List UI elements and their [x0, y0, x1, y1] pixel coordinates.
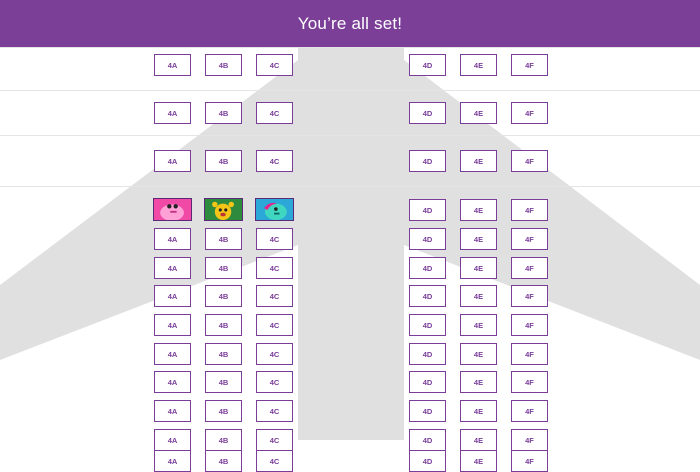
seat-4f-button[interactable]: 4F	[511, 102, 548, 124]
seat-4f-button[interactable]: 4F	[511, 285, 548, 307]
seat-4d-button[interactable]: 4D	[409, 400, 446, 422]
seat-4a-button[interactable]: 4A	[154, 54, 191, 76]
seat-4a-button[interactable]: 4A	[154, 371, 191, 393]
seat-4a-button[interactable]: 4A	[154, 228, 191, 250]
seat-4a-button[interactable]: 4A	[154, 102, 191, 124]
seat-4f-button[interactable]: 4F	[511, 199, 548, 221]
seat-4d-button[interactable]: 4D	[409, 450, 446, 472]
seat-4d-button[interactable]: 4D	[409, 314, 446, 336]
teal-monster-avatar-icon[interactable]	[255, 198, 294, 221]
seat-4e-button[interactable]: 4E	[460, 450, 497, 472]
seat-4c-button[interactable]: 4C	[256, 228, 293, 250]
seat-4f-button[interactable]: 4F	[511, 228, 548, 250]
seat-4e-button[interactable]: 4E	[460, 199, 497, 221]
seat-4c-button[interactable]: 4C	[256, 102, 293, 124]
seat-4f-button[interactable]: 4F	[511, 54, 548, 76]
seat-4c-button[interactable]: 4C	[256, 257, 293, 279]
page-title: You’re all set!	[297, 13, 403, 33]
seat-4c-button[interactable]: 4C	[256, 429, 293, 451]
seat-4b-button[interactable]: 4B	[205, 228, 242, 250]
seat-4d-button[interactable]: 4D	[409, 228, 446, 250]
seat-4e-button[interactable]: 4E	[460, 314, 497, 336]
seat-4e-button[interactable]: 4E	[460, 54, 497, 76]
seat-4a-button[interactable]: 4A	[154, 285, 191, 307]
seat-4e-button[interactable]: 4E	[460, 150, 497, 172]
seat-4a-button[interactable]: 4A	[154, 429, 191, 451]
seat-4e-button[interactable]: 4E	[460, 102, 497, 124]
row-divider	[0, 186, 700, 187]
seat-4a-button[interactable]: 4A	[154, 150, 191, 172]
seat-4c-button[interactable]: 4C	[256, 150, 293, 172]
seat-4b-button[interactable]: 4B	[205, 450, 242, 472]
seat-4f-button[interactable]: 4F	[511, 343, 548, 365]
seat-4d-button[interactable]: 4D	[409, 102, 446, 124]
seat-4e-button[interactable]: 4E	[460, 429, 497, 451]
seat-4b-button[interactable]: 4B	[205, 314, 242, 336]
seat-4d-button[interactable]: 4D	[409, 257, 446, 279]
row-divider	[0, 90, 700, 91]
seat-4b-button[interactable]: 4B	[205, 285, 242, 307]
seat-4a-button[interactable]: 4A	[154, 314, 191, 336]
seat-4a-button[interactable]: 4A	[154, 450, 191, 472]
airplane-silhouette	[0, 40, 700, 440]
seat-4f-button[interactable]: 4F	[511, 429, 548, 451]
seat-4d-button[interactable]: 4D	[409, 429, 446, 451]
row-divider	[0, 135, 700, 136]
seat-4e-button[interactable]: 4E	[460, 257, 497, 279]
pink-monster-avatar-icon[interactable]	[153, 198, 192, 221]
seat-4c-button[interactable]: 4C	[256, 371, 293, 393]
seat-4b-button[interactable]: 4B	[205, 429, 242, 451]
seat-4d-button[interactable]: 4D	[409, 371, 446, 393]
seat-4c-button[interactable]: 4C	[256, 54, 293, 76]
seat-4f-button[interactable]: 4F	[511, 400, 548, 422]
seat-4f-button[interactable]: 4F	[511, 314, 548, 336]
seat-4e-button[interactable]: 4E	[460, 285, 497, 307]
seat-4a-button[interactable]: 4A	[154, 257, 191, 279]
seat-4b-button[interactable]: 4B	[205, 150, 242, 172]
seat-4b-button[interactable]: 4B	[205, 343, 242, 365]
seat-4e-button[interactable]: 4E	[460, 371, 497, 393]
seat-4e-button[interactable]: 4E	[460, 400, 497, 422]
seat-4f-button[interactable]: 4F	[511, 150, 548, 172]
row-divider	[0, 47, 700, 48]
seat-4c-button[interactable]: 4C	[256, 314, 293, 336]
header-bar: You’re all set!	[0, 0, 700, 47]
seat-4e-button[interactable]: 4E	[460, 343, 497, 365]
seat-4a-button[interactable]: 4A	[154, 343, 191, 365]
seat-4f-button[interactable]: 4F	[511, 257, 548, 279]
seat-4d-button[interactable]: 4D	[409, 54, 446, 76]
seat-4d-button[interactable]: 4D	[409, 285, 446, 307]
seat-4a-button[interactable]: 4A	[154, 400, 191, 422]
seat-4c-button[interactable]: 4C	[256, 343, 293, 365]
seat-4c-button[interactable]: 4C	[256, 450, 293, 472]
seat-4b-button[interactable]: 4B	[205, 257, 242, 279]
seat-4b-button[interactable]: 4B	[205, 371, 242, 393]
seat-4b-button[interactable]: 4B	[205, 102, 242, 124]
seat-4b-button[interactable]: 4B	[205, 54, 242, 76]
yellow-monster-avatar-icon[interactable]	[204, 198, 243, 221]
seat-4d-button[interactable]: 4D	[409, 343, 446, 365]
seat-4f-button[interactable]: 4F	[511, 371, 548, 393]
seat-4d-button[interactable]: 4D	[409, 150, 446, 172]
seat-4b-button[interactable]: 4B	[205, 400, 242, 422]
seat-4e-button[interactable]: 4E	[460, 228, 497, 250]
seat-4c-button[interactable]: 4C	[256, 285, 293, 307]
seat-4d-button[interactable]: 4D	[409, 199, 446, 221]
seat-4f-button[interactable]: 4F	[511, 450, 548, 472]
seat-4c-button[interactable]: 4C	[256, 400, 293, 422]
